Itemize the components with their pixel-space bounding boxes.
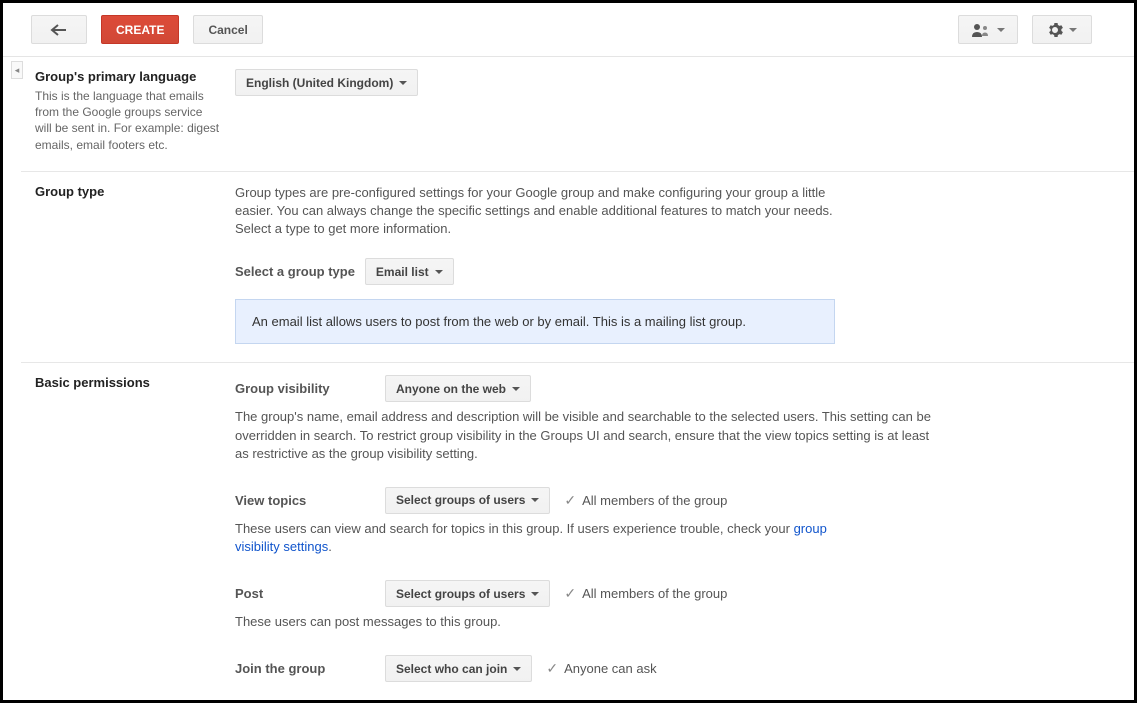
create-button[interactable]: CREATE <box>101 15 179 44</box>
dropdown-caret-icon <box>512 387 520 391</box>
view-topics-desc: These users can view and search for topi… <box>235 520 835 556</box>
permissions-title: Basic permissions <box>35 375 221 390</box>
join-value: Select who can join <box>396 662 507 676</box>
view-topics-check-label: All members of the group <box>582 493 727 508</box>
cancel-button[interactable]: Cancel <box>193 15 262 44</box>
people-menu-button[interactable] <box>958 15 1018 44</box>
language-desc: This is the language that emails from th… <box>35 88 221 153</box>
join-check-label: Anyone can ask <box>564 661 657 676</box>
check-icon: ✓ <box>546 660 558 677</box>
settings-menu-button[interactable] <box>1032 15 1092 44</box>
visibility-dropdown[interactable]: Anyone on the web <box>385 375 531 402</box>
people-icon <box>971 23 991 37</box>
join-dropdown[interactable]: Select who can join <box>385 655 532 682</box>
view-topics-value: Select groups of users <box>396 493 525 507</box>
group-type-desc: Group types are pre-configured settings … <box>235 184 835 239</box>
dropdown-caret-icon <box>531 592 539 596</box>
collapse-sidebar-tab[interactable]: ◂ <box>11 61 23 79</box>
gear-icon <box>1047 22 1063 38</box>
join-check: ✓ Anyone can ask <box>546 660 656 677</box>
dropdown-caret-icon <box>435 270 443 274</box>
visibility-value: Anyone on the web <box>396 382 506 396</box>
post-desc: These users can post messages to this gr… <box>235 613 835 631</box>
back-button[interactable] <box>31 15 87 44</box>
post-label: Post <box>235 586 385 601</box>
group-type-dropdown[interactable]: Email list <box>365 258 454 285</box>
view-topics-check: ✓ All members of the group <box>564 492 727 509</box>
dropdown-caret-icon <box>531 498 539 502</box>
join-label: Join the group <box>235 661 385 676</box>
visibility-label: Group visibility <box>235 381 385 396</box>
group-type-info: An email list allows users to post from … <box>235 299 835 344</box>
dropdown-caret-icon <box>1069 28 1077 32</box>
dropdown-caret-icon <box>399 81 407 85</box>
check-icon: ✓ <box>564 492 576 509</box>
language-value: English (United Kingdom) <box>246 76 393 90</box>
post-value: Select groups of users <box>396 587 525 601</box>
back-arrow-icon <box>50 24 68 36</box>
dropdown-caret-icon <box>513 667 521 671</box>
language-dropdown[interactable]: English (United Kingdom) <box>235 69 418 96</box>
group-type-title: Group type <box>35 184 221 199</box>
dropdown-caret-icon <box>997 28 1005 32</box>
visibility-desc: The group's name, email address and desc… <box>235 408 935 463</box>
group-type-value: Email list <box>376 265 429 279</box>
post-check: ✓ All members of the group <box>564 585 727 602</box>
post-check-label: All members of the group <box>582 586 727 601</box>
post-dropdown[interactable]: Select groups of users <box>385 580 550 607</box>
check-icon: ✓ <box>564 585 576 602</box>
select-type-label: Select a group type <box>235 264 355 279</box>
language-title: Group's primary language <box>35 69 221 84</box>
view-topics-dropdown[interactable]: Select groups of users <box>385 487 550 514</box>
view-topics-label: View topics <box>235 493 385 508</box>
